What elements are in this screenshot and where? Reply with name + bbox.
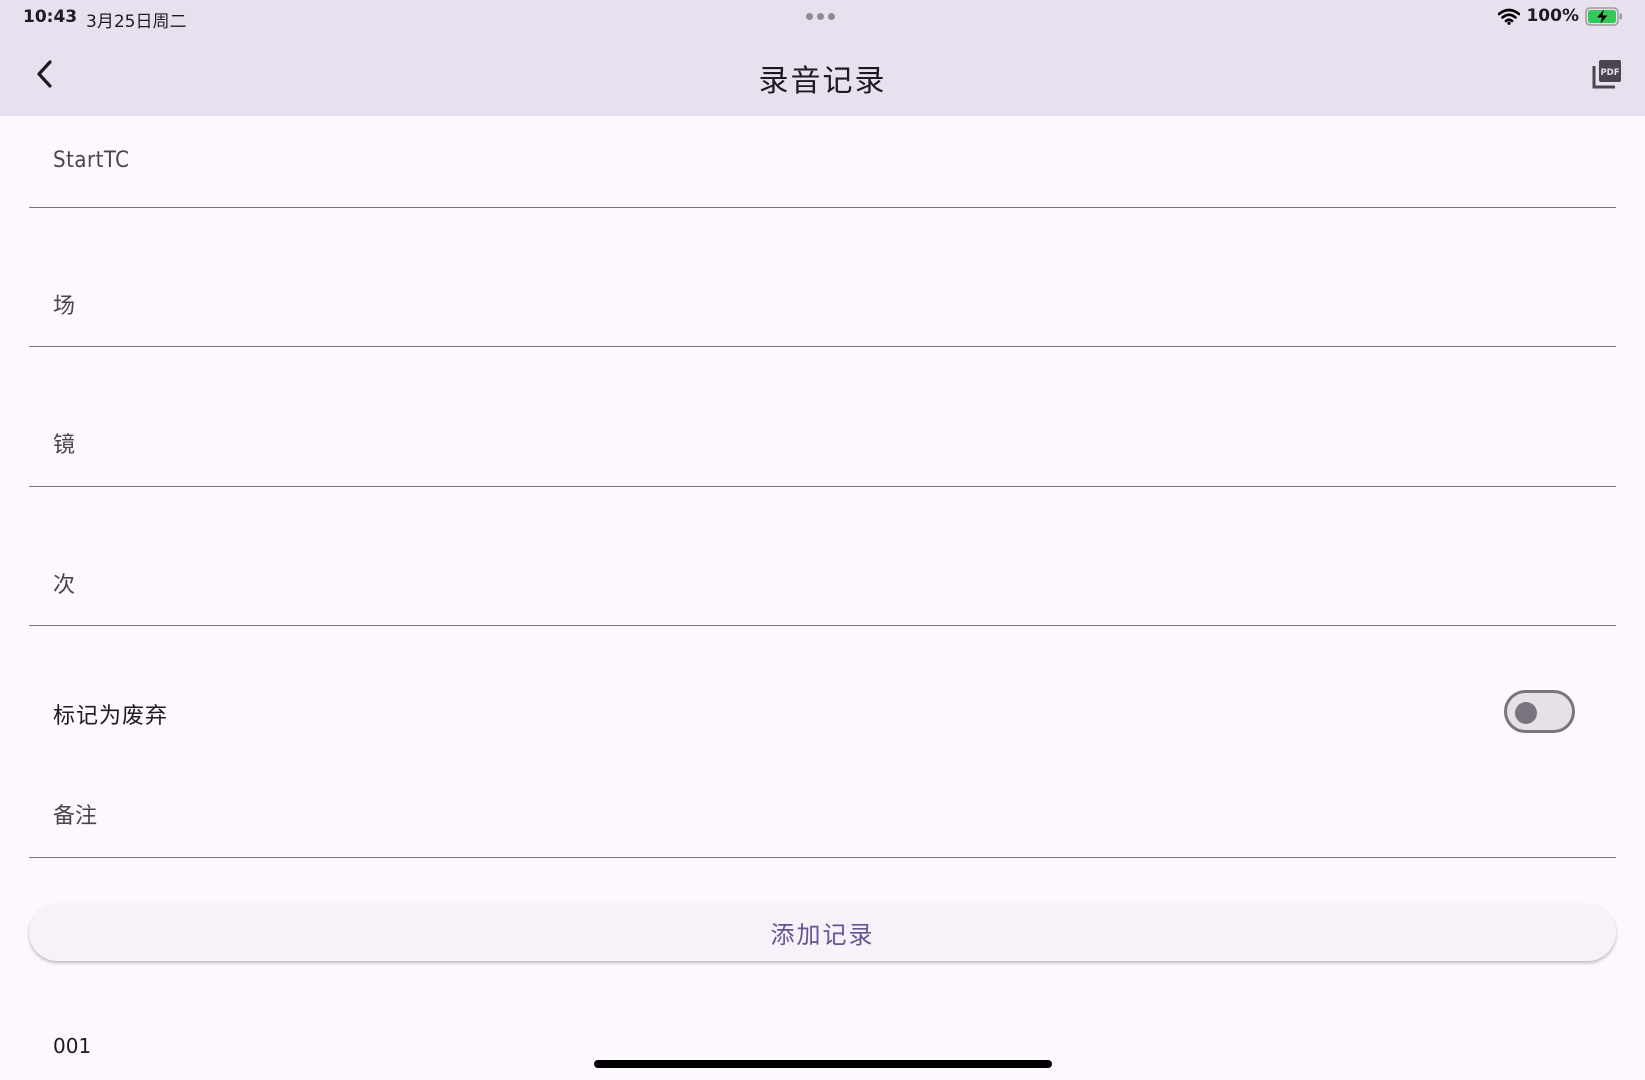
page-title: 录音记录 bbox=[758, 64, 887, 99]
shot-field[interactable]: 镜 bbox=[29, 347, 1616, 487]
status-time: 10:43 bbox=[23, 7, 78, 27]
discard-toggle[interactable] bbox=[1504, 690, 1575, 733]
battery-percentage: 100% bbox=[1526, 6, 1579, 26]
shot-label: 镜 bbox=[53, 433, 76, 458]
discard-row: 标记为废弃 bbox=[29, 676, 1616, 752]
app-bar: 录音记录 PDF bbox=[0, 32, 1645, 116]
battery-charging-icon bbox=[1585, 6, 1623, 26]
status-indicators: 100% bbox=[1498, 6, 1623, 26]
discard-label: 标记为废弃 bbox=[53, 704, 169, 729]
scene-field[interactable]: 场 bbox=[29, 208, 1616, 347]
export-pdf-button[interactable]: PDF bbox=[1587, 54, 1627, 94]
svg-text:PDF: PDF bbox=[1600, 68, 1619, 78]
start-tc-label: StartTC bbox=[53, 148, 130, 173]
notes-label: 备注 bbox=[53, 804, 98, 829]
status-date: 3月25日周二 bbox=[86, 12, 187, 32]
add-record-button[interactable]: 添加记录 bbox=[29, 904, 1616, 961]
wifi-icon bbox=[1498, 8, 1521, 25]
record-list-item[interactable]: 001 bbox=[53, 1034, 91, 1058]
start-tc-field[interactable]: StartTC bbox=[29, 116, 1616, 208]
home-indicator[interactable] bbox=[594, 1060, 1052, 1068]
take-label: 次 bbox=[53, 573, 76, 598]
take-field[interactable]: 次 bbox=[29, 487, 1616, 626]
toggle-knob bbox=[1515, 702, 1537, 724]
pdf-export-icon: PDF bbox=[1592, 60, 1621, 89]
scene-label: 场 bbox=[53, 294, 76, 319]
notes-field[interactable]: 备注 bbox=[29, 762, 1616, 858]
status-bar: 10:43 3月25日周二 100% bbox=[0, 0, 1645, 32]
multitasking-dots-icon[interactable] bbox=[806, 13, 835, 20]
